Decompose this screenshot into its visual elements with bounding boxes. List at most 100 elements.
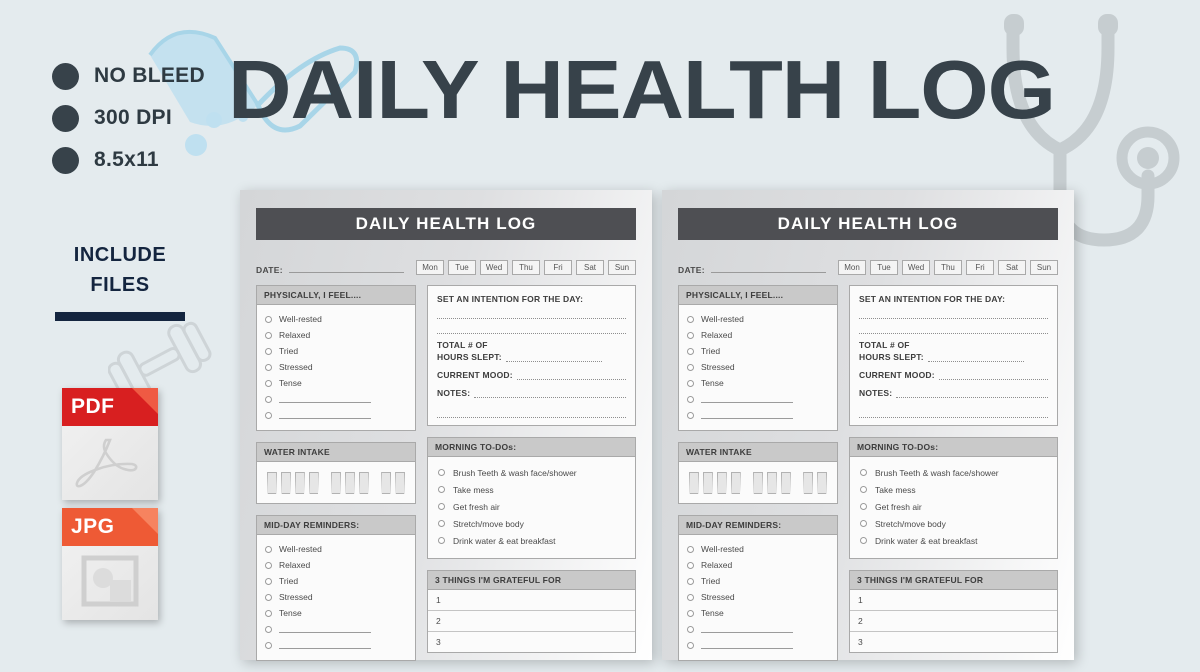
grateful-row[interactable]: 3 bbox=[850, 631, 1057, 652]
notes-write-line[interactable] bbox=[437, 403, 626, 418]
blank-write-in-line[interactable] bbox=[701, 411, 793, 419]
midday-option[interactable]: Tried bbox=[265, 573, 407, 589]
blank-write-in-line[interactable] bbox=[701, 625, 793, 633]
water-glass-icon[interactable] bbox=[817, 472, 827, 494]
day-box-tue[interactable]: Tue bbox=[870, 260, 898, 275]
water-glass-icon[interactable] bbox=[267, 472, 277, 494]
blank-write-in-line[interactable] bbox=[701, 641, 793, 649]
water-glass-icon[interactable] bbox=[753, 472, 763, 494]
water-glass-icon[interactable] bbox=[766, 472, 777, 494]
radio-icon[interactable] bbox=[265, 347, 272, 355]
physically-option[interactable]: Tense bbox=[687, 375, 829, 391]
radio-icon[interactable] bbox=[265, 411, 272, 419]
day-box-thu[interactable]: Thu bbox=[934, 260, 962, 275]
physically-blank-option[interactable] bbox=[687, 391, 829, 407]
todo-item[interactable]: Get fresh air bbox=[438, 498, 625, 515]
radio-icon[interactable] bbox=[687, 577, 694, 585]
water-glass-icon[interactable] bbox=[803, 472, 814, 494]
current-mood-input-line[interactable] bbox=[516, 371, 626, 380]
radio-icon[interactable] bbox=[860, 469, 867, 476]
intention-write-line[interactable] bbox=[437, 304, 626, 319]
todo-item[interactable]: Brush Teeth & wash face/shower bbox=[438, 464, 625, 481]
radio-icon[interactable] bbox=[687, 363, 694, 371]
midday-blank-option[interactable] bbox=[687, 637, 829, 653]
radio-icon[interactable] bbox=[687, 593, 694, 601]
midday-option[interactable]: Well-rested bbox=[265, 541, 407, 557]
todo-item[interactable]: Brush Teeth & wash face/shower bbox=[860, 464, 1047, 481]
day-box-fri[interactable]: Fri bbox=[966, 260, 994, 275]
radio-icon[interactable] bbox=[687, 561, 694, 569]
physically-option[interactable]: Tense bbox=[265, 375, 407, 391]
midday-option[interactable]: Tense bbox=[687, 605, 829, 621]
date-input-line[interactable] bbox=[288, 272, 404, 273]
current-mood-input-line[interactable] bbox=[938, 371, 1048, 380]
grateful-row[interactable]: 2 bbox=[850, 610, 1057, 631]
todo-item[interactable]: Take mess bbox=[860, 481, 1047, 498]
radio-icon[interactable] bbox=[687, 347, 694, 355]
water-glass-icon[interactable] bbox=[358, 472, 369, 494]
midday-option[interactable]: Stressed bbox=[265, 589, 407, 605]
water-glass-icon[interactable] bbox=[689, 472, 699, 494]
radio-icon[interactable] bbox=[438, 503, 445, 510]
radio-icon[interactable] bbox=[687, 395, 694, 403]
day-box-thu[interactable]: Thu bbox=[512, 260, 540, 275]
radio-icon[interactable] bbox=[265, 545, 272, 553]
midday-blank-option[interactable] bbox=[265, 621, 407, 637]
day-box-sat[interactable]: Sat bbox=[576, 260, 604, 275]
water-glass-icon[interactable] bbox=[308, 472, 319, 494]
todo-item[interactable]: Get fresh air bbox=[860, 498, 1047, 515]
radio-icon[interactable] bbox=[265, 577, 272, 585]
radio-icon[interactable] bbox=[438, 537, 445, 544]
notes-input-line[interactable] bbox=[896, 389, 1048, 398]
physically-blank-option[interactable] bbox=[687, 407, 829, 423]
radio-icon[interactable] bbox=[265, 609, 272, 617]
physically-option[interactable]: Well-rested bbox=[687, 311, 829, 327]
radio-icon[interactable] bbox=[265, 331, 272, 339]
midday-option[interactable]: Stressed bbox=[687, 589, 829, 605]
radio-icon[interactable] bbox=[438, 486, 445, 493]
physically-option[interactable]: Stressed bbox=[265, 359, 407, 375]
radio-icon[interactable] bbox=[265, 593, 272, 601]
midday-option[interactable]: Well-rested bbox=[687, 541, 829, 557]
physically-blank-option[interactable] bbox=[265, 391, 407, 407]
physically-option[interactable]: Stressed bbox=[687, 359, 829, 375]
water-glass-icon[interactable] bbox=[280, 472, 291, 494]
todo-item[interactable]: Stretch/move body bbox=[860, 515, 1047, 532]
todo-item[interactable]: Drink water & eat breakfast bbox=[860, 532, 1047, 549]
midday-option[interactable]: Relaxed bbox=[687, 557, 829, 573]
water-glass-icon[interactable] bbox=[344, 472, 355, 494]
blank-write-in-line[interactable] bbox=[701, 395, 793, 403]
midday-option[interactable]: Tense bbox=[265, 605, 407, 621]
radio-icon[interactable] bbox=[265, 315, 272, 323]
physically-option[interactable]: Tried bbox=[265, 343, 407, 359]
intention-write-line[interactable] bbox=[859, 319, 1048, 334]
radio-icon[interactable] bbox=[687, 545, 694, 553]
water-glass-icon[interactable] bbox=[716, 472, 727, 494]
midday-option[interactable]: Tried bbox=[687, 573, 829, 589]
notes-write-line[interactable] bbox=[859, 403, 1048, 418]
jpg-file-icon[interactable]: JPG bbox=[62, 508, 158, 620]
radio-icon[interactable] bbox=[860, 520, 867, 527]
grateful-row[interactable]: 3 bbox=[428, 631, 635, 652]
water-glass-icon[interactable] bbox=[294, 472, 305, 494]
radio-icon[interactable] bbox=[265, 395, 272, 403]
todo-item[interactable]: Drink water & eat breakfast bbox=[438, 532, 625, 549]
radio-icon[interactable] bbox=[265, 641, 272, 649]
todo-item[interactable]: Stretch/move body bbox=[438, 515, 625, 532]
water-glass-icon[interactable] bbox=[395, 472, 405, 494]
water-glass-icon[interactable] bbox=[331, 472, 341, 494]
todo-item[interactable]: Take mess bbox=[438, 481, 625, 498]
hours-slept-input-line[interactable] bbox=[927, 353, 1024, 362]
intention-write-line[interactable] bbox=[859, 304, 1048, 319]
midday-option[interactable]: Relaxed bbox=[265, 557, 407, 573]
water-glass-icon[interactable] bbox=[780, 472, 791, 494]
day-box-sun[interactable]: Sun bbox=[608, 260, 636, 275]
radio-icon[interactable] bbox=[860, 537, 867, 544]
date-input-line[interactable] bbox=[710, 272, 826, 273]
radio-icon[interactable] bbox=[687, 331, 694, 339]
intention-write-line[interactable] bbox=[437, 319, 626, 334]
radio-icon[interactable] bbox=[860, 486, 867, 493]
day-box-sun[interactable]: Sun bbox=[1030, 260, 1058, 275]
grateful-row[interactable]: 1 bbox=[850, 590, 1057, 610]
water-glass-icon[interactable] bbox=[730, 472, 741, 494]
